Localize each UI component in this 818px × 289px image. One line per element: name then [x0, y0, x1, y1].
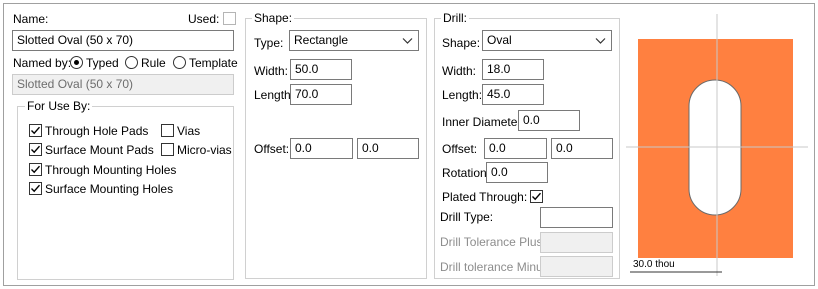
shape-offset-label: Offset: [254, 142, 290, 156]
used-checkbox [223, 12, 236, 25]
surface-mounting-holes-label[interactable]: Surface Mounting Holes [45, 182, 173, 196]
checkbox-micro-vias[interactable] [161, 143, 174, 156]
shape-offset-x-input[interactable]: 0.0 [290, 138, 353, 159]
chevron-down-icon [402, 38, 413, 44]
through-mounting-holes-label[interactable]: Through Mounting Holes [45, 163, 176, 177]
shape-length-label: Length: [254, 88, 295, 102]
vias-label[interactable]: Vias [177, 124, 200, 138]
name-label: Name: [13, 12, 48, 26]
rule-name-field: Slotted Oval (50 x 70) [12, 74, 234, 95]
shape-width-input[interactable]: 50.0 [290, 59, 352, 80]
tolerance-plus-label: Drill Tolerance Plus: [440, 235, 546, 249]
drill-width-label: Width: [442, 64, 477, 78]
radio-template[interactable] [173, 56, 186, 69]
drill-type-label: Drill Type: [440, 210, 494, 224]
radio-rule-label[interactable]: Rule [141, 56, 166, 70]
checkbox-surface-mounting-holes[interactable] [29, 182, 42, 195]
shape-type-value: Rectangle [294, 33, 349, 47]
drill-offset-y-input[interactable]: 0.0 [551, 138, 613, 159]
check-icon [31, 145, 41, 154]
scale-label: 30.0 thou [633, 259, 675, 270]
checkbox-through-mounting-holes[interactable] [29, 163, 42, 176]
radio-typed-label[interactable]: Typed [86, 56, 119, 70]
chevron-down-icon [595, 38, 606, 44]
for-use-by-title: For Use By: [25, 99, 93, 113]
radio-selected-dot [74, 60, 79, 65]
used-label: Used: [188, 12, 220, 26]
radio-rule[interactable] [125, 56, 138, 69]
drill-width-input[interactable]: 18.0 [482, 59, 544, 80]
check-icon [31, 184, 41, 193]
radio-template-label[interactable]: Template [189, 56, 238, 70]
drill-shape-select[interactable]: Oval [482, 30, 612, 51]
check-icon [532, 192, 542, 201]
pad-preview [626, 14, 808, 276]
inner-diameter-label: Inner Diameter: [442, 115, 525, 129]
drill-type-input[interactable] [540, 207, 613, 228]
radio-typed[interactable] [70, 56, 83, 69]
name-input[interactable]: Slotted Oval (50 x 70) [12, 30, 234, 51]
surface-mount-pads-label[interactable]: Surface Mount Pads [45, 143, 154, 157]
drill-offset-label: Offset: [442, 142, 478, 156]
drill-length-input[interactable]: 45.0 [482, 84, 544, 105]
checkbox-surface-mount-pads[interactable] [29, 143, 42, 156]
shape-type-label: Type: [254, 36, 284, 50]
shape-length-input[interactable]: 70.0 [290, 84, 352, 105]
inner-diameter-input[interactable]: 0.0 [518, 110, 580, 131]
tolerance-minus-input [540, 256, 613, 277]
drill-offset-x-input[interactable]: 0.0 [484, 138, 547, 159]
check-icon [31, 165, 41, 174]
plated-through-checkbox[interactable] [530, 190, 543, 203]
drill-shape-value: Oval [487, 33, 512, 47]
shape-title: Shape: [252, 11, 295, 25]
check-icon [31, 126, 41, 135]
name-label-text: Name: [13, 12, 49, 26]
shape-width-label: Width: [254, 64, 289, 78]
tolerance-plus-input [540, 232, 613, 253]
rotation-input[interactable]: 0.0 [486, 162, 548, 183]
named-by-label: Named by: [13, 56, 72, 70]
drill-length-label: Length: [442, 88, 483, 102]
checkbox-vias[interactable] [161, 124, 174, 137]
drill-title: Drill: [441, 11, 469, 25]
checkbox-through-hole-pads[interactable] [29, 124, 42, 137]
through-hole-pads-label[interactable]: Through Hole Pads [45, 124, 148, 138]
plated-through-label: Plated Through: [442, 190, 528, 204]
micro-vias-label[interactable]: Micro-vias [177, 143, 232, 157]
shape-type-select[interactable]: Rectangle [289, 30, 419, 51]
shape-offset-y-input[interactable]: 0.0 [357, 138, 419, 159]
tolerance-minus-label: Drill tolerance Minus: [440, 260, 553, 274]
drill-shape-label: Shape: [442, 36, 481, 50]
rotation-label: Rotation: [442, 166, 491, 180]
